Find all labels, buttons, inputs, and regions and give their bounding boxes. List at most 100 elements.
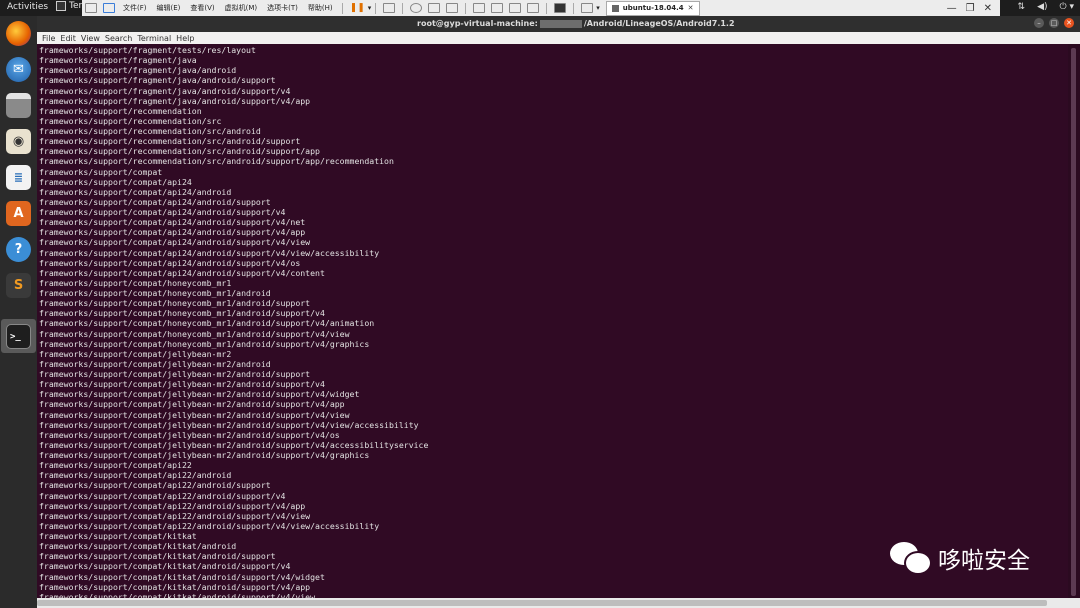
minimize-icon[interactable]: –	[1034, 18, 1044, 28]
window-title: root@gyp-virtual-machine: /Android/Lineag…	[417, 19, 735, 28]
terminal-line: frameworks/support/compat/kitkat/android…	[39, 561, 291, 572]
volume-icon[interactable]: ◀)	[1037, 2, 1047, 12]
snapshot-manager-icon[interactable]	[446, 3, 459, 13]
terminal-line: frameworks/support/compat/kitkat	[39, 531, 197, 541]
terminal-line: frameworks/support/compat/api24/android/…	[39, 267, 325, 278]
sublime-icon[interactable]: S	[6, 273, 31, 298]
vertical-scrollbar[interactable]	[1068, 44, 1080, 600]
app-menu-label: Ter	[69, 1, 83, 11]
close-icon[interactable]: ✕	[984, 3, 992, 14]
terminal-line: frameworks/support/compat/jellybean-mr2/…	[39, 450, 370, 460]
terminal-titlebar[interactable]: root@gyp-virtual-machine: /Android/Lineag…	[37, 16, 1080, 32]
menu-file[interactable]: File	[42, 34, 55, 43]
wechat-watermark: 哆啦安全	[890, 540, 1030, 576]
terminal-lines: frameworks/support/fragment/tests/res/la…	[39, 45, 428, 600]
vm-tab-label: ubuntu-18.04.4	[622, 4, 684, 12]
software-icon[interactable]: A	[6, 201, 31, 226]
thumbnail-icon[interactable]	[491, 3, 504, 13]
terminal-output[interactable]: frameworks/support/fragment/tests/res/la…	[37, 44, 1068, 600]
terminal-line: frameworks/support/compat/honeycomb_mr1/…	[39, 318, 375, 329]
network-icon[interactable]: ⇅	[1018, 2, 1026, 12]
menu-edit[interactable]: Edit	[60, 34, 76, 43]
menu-view[interactable]: 查看(V)	[190, 3, 214, 13]
terminal-line: frameworks/support/compat/jellybean-mr2/…	[39, 389, 360, 400]
menu-view[interactable]: View	[81, 34, 100, 43]
menu-help[interactable]: 帮助(H)	[308, 3, 333, 13]
thunderbird-icon[interactable]: ✉	[6, 57, 31, 82]
terminal-line: frameworks/support/compat/kitkat/android…	[39, 581, 311, 592]
terminal-line: frameworks/support/recommendation/src/an…	[39, 146, 320, 157]
writer-icon[interactable]: ≣	[6, 165, 31, 190]
terminal-line: frameworks/support/compat/jellybean-mr2/…	[39, 379, 325, 390]
send-ctrl-alt-del-icon[interactable]	[383, 3, 396, 13]
terminal-line: frameworks/support/recommendation/src/an…	[39, 136, 301, 147]
files-icon[interactable]	[6, 93, 31, 118]
terminal-line: frameworks/support/recommendation/src	[39, 115, 222, 126]
horizontal-scrollbar[interactable]	[37, 598, 1080, 608]
close-icon[interactable]: ✕	[1064, 18, 1074, 28]
terminal-line: frameworks/support/compat/honeycomb_mr1	[39, 277, 232, 288]
window-controls: — ❐ ✕	[947, 3, 992, 14]
terminal-small-icon	[56, 1, 66, 11]
terminal-line: frameworks/support/fragment/java/android…	[39, 75, 276, 86]
vm-tab[interactable]: ubuntu-18.04.4 ✕	[605, 0, 700, 16]
terminal-line: frameworks/support/compat/api24/android/…	[39, 196, 271, 207]
terminal-line: frameworks/support/compat/api22/android	[39, 470, 232, 481]
activities-button[interactable]: Activities	[7, 2, 48, 12]
help-icon[interactable]: ?	[6, 237, 31, 262]
ubuntu-dock: ✉ ◉ ≣ A ? S >_	[0, 16, 37, 608]
menu-file[interactable]: 文件(F)	[123, 3, 147, 13]
terminal-line: frameworks/support/compat/honeycomb_mr1/…	[39, 288, 271, 298]
scrollbar-thumb[interactable]	[1071, 48, 1076, 596]
app-menu[interactable]: Ter	[56, 1, 82, 11]
terminal-line: frameworks/support/compat/honeycomb_mr1/…	[39, 338, 370, 349]
pause-icon[interactable]: ❚❚	[350, 3, 365, 13]
pin-icon[interactable]	[85, 3, 97, 13]
toolbar-divider	[341, 2, 343, 14]
terminal-menubar: File Edit View Search Terminal Help	[37, 32, 1080, 44]
maximize-icon[interactable]: □	[1049, 18, 1059, 28]
snapshot-icon[interactable]	[410, 3, 423, 13]
title-path: /Android/LineageOS/Android7.1.2	[583, 19, 735, 28]
terminal-line: frameworks/support/compat/api22/android/…	[39, 520, 380, 531]
terminal-line: frameworks/support/compat/api24/android/…	[39, 247, 380, 258]
terminal-line: frameworks/support/fragment/java/android…	[39, 95, 311, 106]
rhythmbox-icon[interactable]: ◉	[6, 129, 31, 154]
console-view-icon[interactable]	[554, 3, 567, 13]
power-icon[interactable]: ⏻ ▾	[1060, 2, 1075, 12]
fullscreen-icon[interactable]	[509, 3, 522, 13]
terminal-line: frameworks/support/compat/jellybean-mr2/…	[39, 369, 311, 379]
menu-tabs[interactable]: 选项卡(T)	[267, 3, 298, 13]
terminal-line: frameworks/support/fragment/java/android…	[39, 85, 291, 96]
terminal-line: frameworks/support/compat/jellybean-mr2/…	[39, 419, 419, 430]
terminal-line: frameworks/support/compat/jellybean-mr2/…	[39, 429, 340, 440]
system-tray[interactable]: ⇅ ◀) ⏻ ▾	[1018, 2, 1074, 12]
menu-vm[interactable]: 虚拟机(M)	[225, 3, 258, 13]
stretch-icon[interactable]	[581, 3, 594, 13]
toolbar-divider	[375, 2, 377, 14]
firefox-icon[interactable]	[6, 21, 31, 46]
vm-library-icon[interactable]	[103, 3, 115, 13]
menu-help[interactable]: Help	[176, 34, 194, 43]
horizontal-scrollbar-thumb[interactable]	[37, 600, 1047, 606]
unity-icon[interactable]	[527, 3, 540, 13]
minimize-icon[interactable]: —	[947, 3, 957, 14]
restore-icon[interactable]: ❐	[966, 3, 975, 14]
revert-snapshot-icon[interactable]	[428, 3, 441, 13]
terminal-line: frameworks/support/compat/api24	[39, 176, 192, 187]
close-tab-icon[interactable]: ✕	[688, 4, 694, 12]
sidebar-toggle-icon[interactable]	[473, 3, 486, 13]
terminal-line: frameworks/support/compat/api24/android/…	[39, 237, 311, 248]
terminal-line: frameworks/support/compat/kitkat/android…	[39, 571, 325, 582]
menu-edit[interactable]: 编辑(E)	[157, 3, 181, 13]
terminal-line: frameworks/support/compat/kitkat/android…	[39, 551, 276, 562]
terminal-line: frameworks/support/recommendation/src/an…	[39, 156, 394, 167]
dropdown-icon[interactable]: ▾	[368, 4, 372, 12]
terminal-line: frameworks/support/compat/jellybean-mr2/…	[39, 399, 345, 410]
dropdown-icon[interactable]: ▾	[596, 4, 600, 12]
terminal-line: frameworks/support/compat/api22	[39, 460, 192, 471]
menu-search[interactable]: Search	[105, 34, 132, 43]
menu-terminal[interactable]: Terminal	[137, 34, 171, 43]
terminal-icon[interactable]: >_	[6, 324, 31, 349]
terminal-line: frameworks/support/compat/honeycomb_mr1/…	[39, 308, 325, 319]
